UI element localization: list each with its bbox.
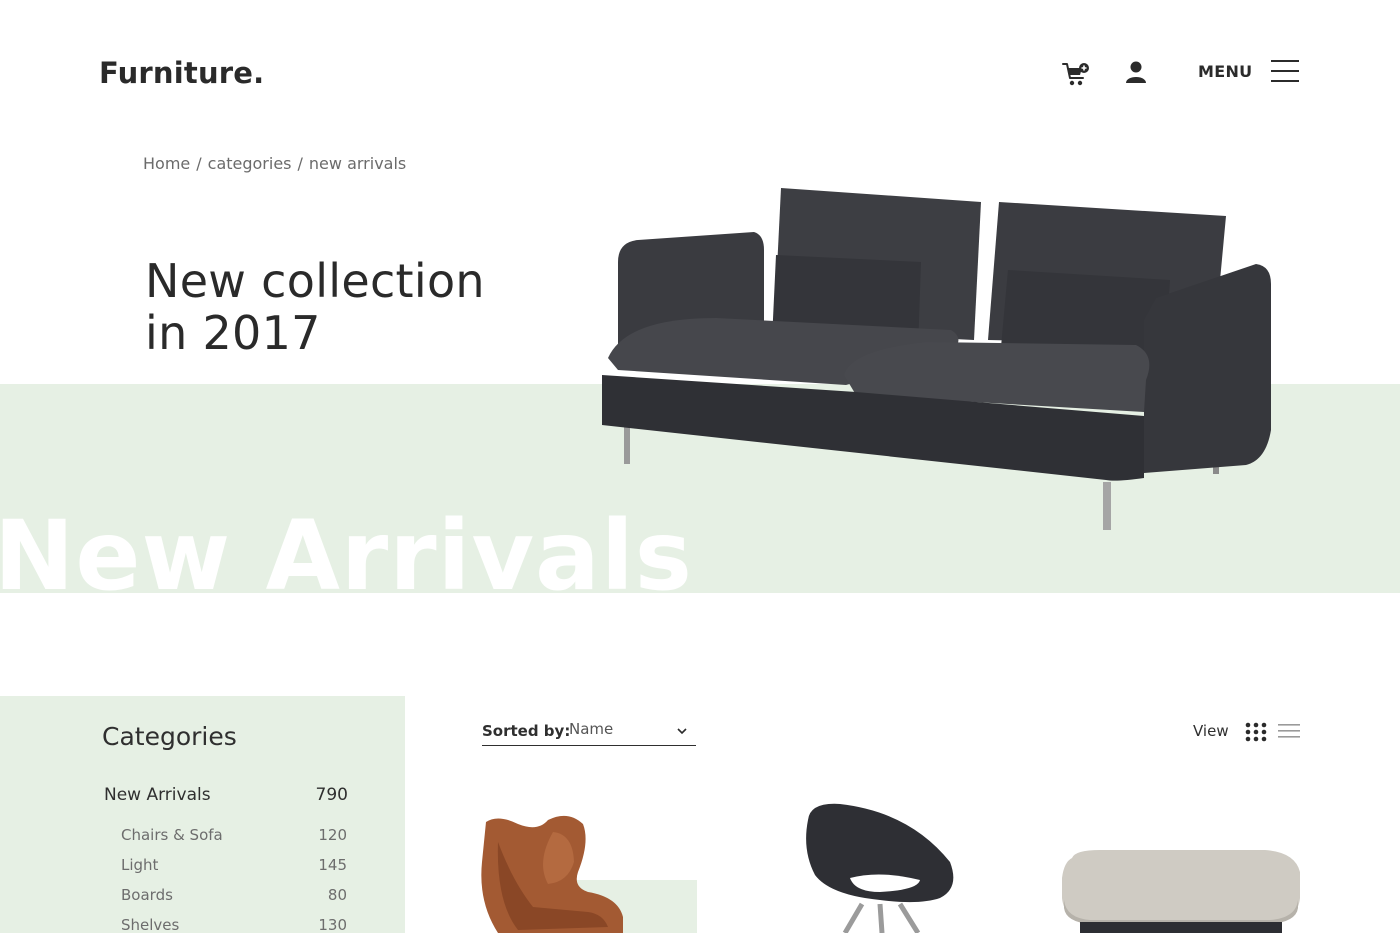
category-boards[interactable]: Boards 80: [121, 886, 347, 904]
sort-dropdown[interactable]: Name: [569, 720, 696, 746]
hero-title: New collection in 2017: [145, 255, 525, 359]
sort-value: Name: [569, 720, 614, 738]
product-ottoman[interactable]: [1060, 848, 1302, 933]
category-label: Light: [121, 856, 159, 874]
category-label: New Arrivals: [104, 785, 211, 805]
category-count: 145: [318, 856, 347, 874]
sort-underline: [482, 745, 569, 746]
category-light[interactable]: Light 145: [121, 856, 347, 874]
breadcrumb: Home / categories / new arrivals: [143, 154, 406, 173]
breadcrumb-categories[interactable]: categories: [208, 154, 292, 173]
category-label: Shelves: [121, 916, 180, 933]
category-count: 120: [318, 826, 347, 844]
hero-title-line1: New collection: [145, 254, 485, 308]
product-egg-chair[interactable]: [478, 812, 628, 933]
breadcrumb-separator: /: [196, 154, 202, 173]
menu-button[interactable]: MENU: [1198, 62, 1252, 81]
category-count: 790: [315, 785, 348, 805]
breadcrumb-separator: /: [297, 154, 303, 173]
category-new-arrivals[interactable]: New Arrivals 790: [104, 785, 348, 805]
category-count: 130: [318, 916, 347, 933]
category-count: 80: [327, 886, 347, 904]
user-icon[interactable]: [1122, 58, 1154, 90]
list-view-icon[interactable]: [1278, 722, 1300, 740]
cart-icon[interactable]: [1060, 58, 1092, 90]
chevron-down-icon: [677, 728, 687, 735]
breadcrumb-home[interactable]: Home: [143, 154, 190, 173]
banner-word: New Arrivals: [0, 500, 693, 593]
product-round-chair[interactable]: [800, 800, 960, 933]
view-label: View: [1193, 722, 1229, 740]
category-label: Boards: [121, 886, 173, 904]
breadcrumb-current: new arrivals: [308, 154, 407, 173]
sort-label: Sorted by:: [482, 722, 571, 740]
grid-view-icon[interactable]: [1245, 722, 1267, 742]
category-label: Chairs & Sofa: [121, 826, 223, 844]
category-shelves[interactable]: Shelves 130: [121, 916, 347, 933]
hero-title-line2: in 2017: [145, 306, 321, 360]
category-chairs-sofa[interactable]: Chairs & Sofa 120: [121, 826, 347, 844]
categories-title: Categories: [102, 722, 237, 751]
sofa-image: [602, 188, 1271, 530]
hamburger-icon[interactable]: [1271, 60, 1299, 82]
logo[interactable]: Furniture.: [99, 56, 264, 90]
